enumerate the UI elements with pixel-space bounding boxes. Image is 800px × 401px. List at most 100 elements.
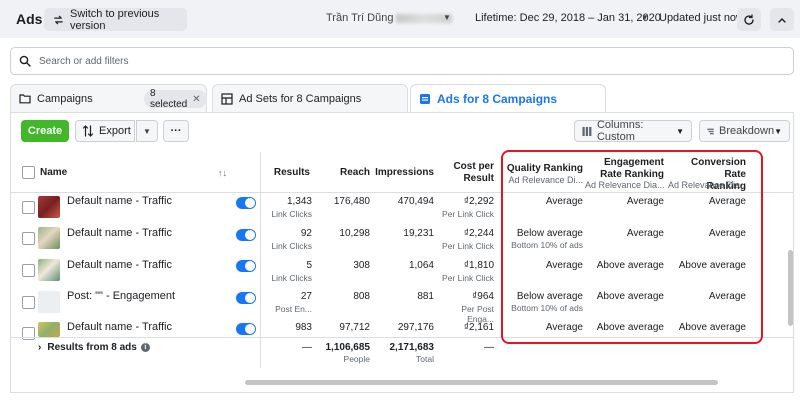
- ad-status-toggle[interactable]: [236, 323, 256, 335]
- more-options-button[interactable]: ···: [163, 120, 189, 142]
- reach-value: 808: [353, 291, 370, 302]
- impressions-value: 1,064: [408, 260, 434, 271]
- updated-status: Updated just now: [659, 12, 744, 24]
- results-type: Link Clicks: [271, 209, 312, 219]
- switch-version-button[interactable]: Switch to previous version: [44, 7, 187, 32]
- columns-dropdown[interactable]: Columns: Custom ▼: [574, 119, 692, 143]
- cost-type: Per Link Click: [442, 273, 494, 283]
- ad-icon: [420, 94, 430, 104]
- date-range-caret-icon[interactable]: ▼: [641, 13, 649, 22]
- reach-value: 97,712: [339, 322, 370, 333]
- column-header-impressions[interactable]: Impressions: [374, 167, 434, 179]
- refresh-icon: [744, 13, 754, 25]
- cost-type: Per Link Click: [442, 209, 494, 219]
- columns-icon: [582, 126, 592, 136]
- folder-icon: [19, 94, 31, 104]
- chevron-right-icon: ›: [38, 342, 42, 353]
- results-type: Link Clicks: [271, 241, 312, 251]
- account-caret-icon[interactable]: ▼: [443, 13, 451, 22]
- cost-type: Per Link Click: [442, 241, 494, 251]
- results-value: 92: [300, 228, 312, 239]
- horizontal-scrollbar[interactable]: [245, 380, 718, 385]
- impressions-value: 881: [417, 291, 434, 302]
- columns-label: Columns: Custom: [596, 119, 644, 143]
- chevron-up-icon: [778, 17, 786, 23]
- grid-icon: [221, 92, 233, 105]
- cost-header-line1: Cost per: [453, 161, 494, 172]
- ad-name[interactable]: Default name - Traffic: [67, 321, 172, 333]
- export-button[interactable]: Export: [75, 120, 135, 142]
- ad-status-toggle[interactable]: [236, 292, 256, 304]
- chevron-down-icon: ▼: [676, 126, 684, 136]
- totals-impressions: 2,171,683: [389, 342, 435, 353]
- selected-count-label: 8 selected: [150, 88, 188, 110]
- search-icon: [19, 55, 31, 67]
- totals-label: Results from 8 ads: [47, 342, 137, 353]
- search-input[interactable]: Search or add filters: [10, 47, 794, 75]
- column-header-name[interactable]: Name: [40, 167, 67, 179]
- impressions-value: 470,494: [397, 196, 434, 207]
- cost-value: ₫2,161: [463, 322, 494, 333]
- account-name: Trần Trí Dũng: [326, 12, 394, 24]
- column-header-reach[interactable]: Reach: [318, 167, 370, 179]
- totals-results: —: [302, 342, 312, 353]
- tab-campaigns[interactable]: Campaigns 8 selected ✕: [10, 84, 207, 112]
- row-checkbox[interactable]: [22, 201, 35, 214]
- ad-thumbnail: [38, 259, 60, 281]
- column-header-results[interactable]: Results: [262, 167, 310, 179]
- refresh-button[interactable]: [737, 8, 761, 31]
- results-value: 983: [295, 322, 312, 333]
- account-selector[interactable]: Trần Trí Dũng: [326, 12, 453, 24]
- create-button[interactable]: Create: [21, 120, 69, 142]
- column-header-cost-per-result[interactable]: Cost per Result: [438, 161, 494, 185]
- sort-icon[interactable]: ↑↓: [218, 167, 227, 179]
- clear-selection-icon[interactable]: ✕: [192, 94, 200, 105]
- results-value: 27: [300, 291, 312, 302]
- reach-value: 308: [353, 260, 370, 271]
- cost-value: ₫964: [472, 291, 494, 302]
- tab-campaigns-label: Campaigns: [37, 92, 93, 105]
- results-value: 5: [306, 260, 312, 271]
- vertical-scrollbar[interactable]: [788, 250, 793, 326]
- row-checkbox[interactable]: [22, 327, 35, 340]
- selected-count-chip[interactable]: 8 selected ✕: [144, 88, 207, 110]
- date-range[interactable]: Lifetime: Dec 29, 2018 – Jan 31, 2020: [475, 12, 661, 24]
- totals-cost: —: [484, 342, 494, 353]
- ad-name[interactable]: Default name - Traffic: [67, 195, 172, 207]
- totals-row-toggle[interactable]: › Results from 8 ads i: [38, 342, 150, 353]
- tab-adsets[interactable]: Ad Sets for 8 Campaigns: [212, 84, 408, 112]
- switch-version-label: Switch to previous version: [69, 7, 160, 32]
- cost-value: ₫1,810: [463, 260, 494, 271]
- ad-thumbnail: [38, 196, 60, 218]
- export-dropdown-button[interactable]: ▼: [136, 120, 158, 142]
- breakdown-dropdown[interactable]: Breakdown ▼: [699, 120, 790, 142]
- ad-name[interactable]: Post: "" - Engagement: [67, 290, 175, 302]
- tab-ads[interactable]: Ads for 8 Campaigns: [410, 84, 606, 113]
- ranking-columns-highlight: [501, 150, 763, 344]
- impressions-value: 297,176: [397, 322, 434, 333]
- cost-header-line2: Result: [463, 173, 494, 184]
- ad-status-toggle[interactable]: [236, 260, 256, 272]
- ad-name[interactable]: Default name - Traffic: [67, 259, 172, 271]
- search-placeholder: Search or add filters: [39, 55, 129, 67]
- row-checkbox[interactable]: [22, 296, 35, 309]
- cost-type: Per Post Enga...: [461, 304, 494, 324]
- collapse-button[interactable]: [770, 8, 794, 31]
- export-label: Export: [99, 125, 131, 137]
- breakdown-icon: [707, 128, 714, 134]
- export-icon: [82, 125, 94, 137]
- chevron-down-icon: ▼: [774, 126, 782, 136]
- select-all-checkbox[interactable]: [22, 166, 35, 179]
- info-icon[interactable]: i: [140, 343, 150, 352]
- ad-status-toggle[interactable]: [236, 197, 256, 209]
- results-type: Post En...: [275, 304, 312, 314]
- page-title: Ads: [16, 11, 43, 27]
- results-type: Link Clicks: [271, 273, 312, 283]
- ad-status-toggle[interactable]: [236, 229, 256, 241]
- ad-name[interactable]: Default name - Traffic: [67, 227, 172, 239]
- row-checkbox[interactable]: [22, 232, 35, 245]
- switch-arrows-icon: [54, 15, 63, 24]
- row-checkbox[interactable]: [22, 264, 35, 277]
- cost-value: ₫2,292: [463, 196, 494, 207]
- tab-adsets-label: Ad Sets for 8 Campaigns: [239, 92, 362, 105]
